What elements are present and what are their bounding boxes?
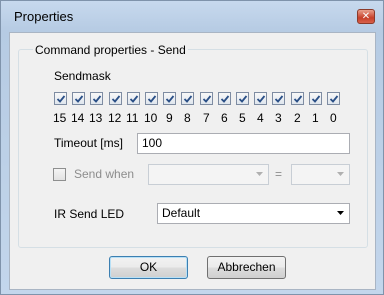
sendmask-bit-label: 15 bbox=[53, 111, 67, 125]
sendmask-bit-checkbox[interactable] bbox=[54, 92, 67, 105]
chevron-down-icon bbox=[337, 211, 344, 215]
sendmask-bit-label: 2 bbox=[294, 111, 301, 125]
sendmask-bit-checkbox[interactable] bbox=[163, 92, 176, 105]
sendmask-bit-checkbox[interactable] bbox=[109, 92, 122, 105]
sendmask-bit-checkbox[interactable] bbox=[218, 92, 231, 105]
sendmask-bit-checkbox[interactable] bbox=[90, 92, 103, 105]
group-title: Command properties - Send bbox=[33, 43, 188, 57]
properties-dialog: Properties ✕ Command properties - Send S… bbox=[0, 0, 384, 295]
checkmark-icon bbox=[56, 95, 66, 103]
checkmark-icon bbox=[311, 95, 321, 103]
sendmask-bit-label: 8 bbox=[184, 111, 191, 125]
sendmask-bit-checkbox[interactable] bbox=[181, 92, 194, 105]
sendmask-bit-checkbox[interactable] bbox=[200, 92, 213, 105]
ok-button[interactable]: OK bbox=[109, 256, 188, 279]
sendmask-bit-label: 3 bbox=[275, 111, 282, 125]
sendmask-bit-label: 6 bbox=[221, 111, 228, 125]
sendmask-label: Sendmask bbox=[54, 69, 111, 83]
cancel-button[interactable]: Abbrechen bbox=[207, 256, 286, 279]
sendmask-bit-label: 14 bbox=[71, 111, 85, 125]
sendmask-bit-label: 1 bbox=[312, 111, 319, 125]
chevron-down-icon bbox=[256, 172, 263, 176]
checkmark-icon bbox=[165, 95, 175, 103]
sendmask-bit-label: 5 bbox=[239, 111, 246, 125]
send-when-condition-combo[interactable] bbox=[148, 164, 269, 185]
send-when-value-combo[interactable] bbox=[291, 164, 350, 185]
sendmask-bit-checkbox[interactable] bbox=[236, 92, 249, 105]
sendmask-bit-checkbox[interactable] bbox=[127, 92, 140, 105]
sendmask-bit-label: 4 bbox=[257, 111, 264, 125]
chevron-down-icon bbox=[337, 172, 344, 176]
send-when-checkbox[interactable] bbox=[53, 168, 66, 181]
sendmask-bit-checkbox[interactable] bbox=[291, 92, 304, 105]
sendmask-bit-label: 0 bbox=[330, 111, 337, 125]
sendmask-bit-label: 10 bbox=[144, 111, 158, 125]
timeout-input[interactable]: 100 bbox=[137, 133, 350, 154]
checkmark-icon bbox=[293, 95, 303, 103]
dialog-client-area: Command properties - Send Sendmask 15 14 1… bbox=[9, 32, 376, 290]
checkmark-icon bbox=[220, 95, 230, 103]
checkmark-icon bbox=[92, 95, 102, 103]
sendmask-bit-label: 13 bbox=[89, 111, 103, 125]
sendmask-bit-label: 7 bbox=[203, 111, 210, 125]
checkmark-icon bbox=[147, 95, 157, 103]
checkmark-icon bbox=[256, 95, 266, 103]
checkmark-icon bbox=[238, 95, 248, 103]
timeout-label: Timeout [ms] bbox=[54, 136, 123, 150]
dialog-title: Properties bbox=[14, 9, 74, 24]
checkmark-icon bbox=[274, 95, 284, 103]
checkmark-icon bbox=[329, 95, 339, 103]
ir-send-led-select[interactable]: Default bbox=[157, 203, 350, 224]
checkmark-icon bbox=[129, 95, 139, 103]
send-when-label: Send when bbox=[74, 167, 135, 181]
equals-label: = bbox=[275, 167, 283, 181]
sendmask-bit-checkbox[interactable] bbox=[327, 92, 340, 105]
sendmask-bit-checkbox[interactable] bbox=[309, 92, 322, 105]
close-icon: ✕ bbox=[361, 11, 371, 22]
sendmask-bit-checkbox[interactable] bbox=[145, 92, 158, 105]
checkmark-icon bbox=[111, 95, 121, 103]
sendmask-bit-checkbox[interactable] bbox=[272, 92, 285, 105]
checkmark-icon bbox=[202, 95, 212, 103]
sendmask-bit-label: 12 bbox=[108, 111, 122, 125]
sendmask-bit-label: 11 bbox=[126, 111, 139, 125]
ir-send-led-label: IR Send LED bbox=[54, 207, 125, 221]
title-bar[interactable]: Properties ✕ bbox=[1, 1, 383, 31]
sendmask-bit-checkbox[interactable] bbox=[72, 92, 85, 105]
ir-send-led-value: Default bbox=[162, 206, 201, 220]
sendmask-bit-checkbox[interactable] bbox=[254, 92, 267, 105]
checkmark-icon bbox=[74, 95, 84, 103]
checkmark-icon bbox=[183, 95, 193, 103]
sendmask-bit-label: 9 bbox=[166, 111, 173, 125]
close-button[interactable]: ✕ bbox=[357, 9, 375, 24]
